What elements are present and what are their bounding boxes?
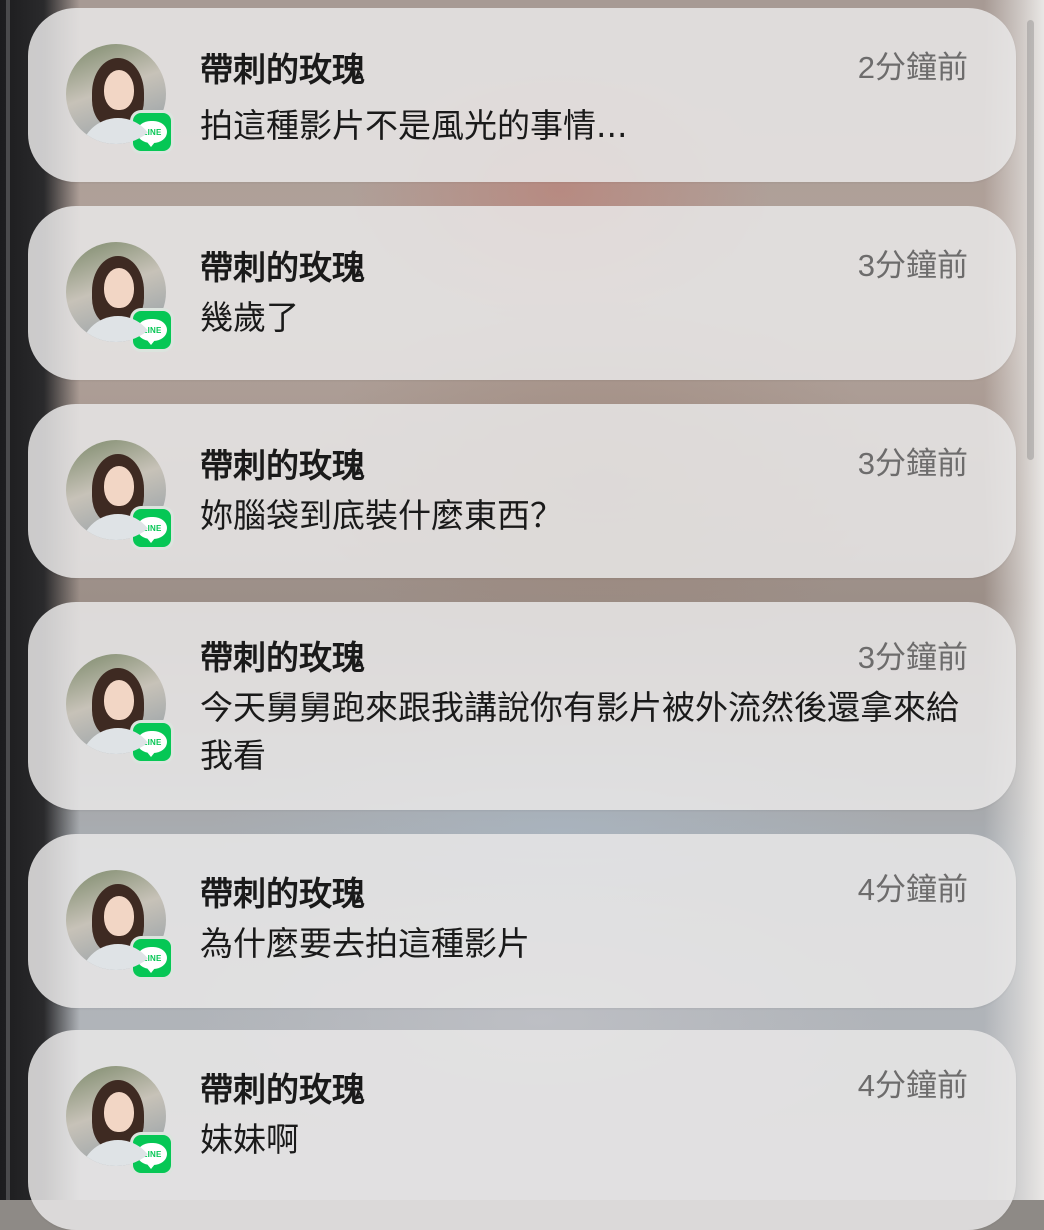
notification-card[interactable]: LINE 帶刺的玫瑰 4分鐘前 為什麼要去拍這種影片 — [28, 834, 1016, 1008]
notification-time: 2分鐘前 — [857, 50, 968, 85]
notification-sender: 帶刺的玫瑰 — [200, 50, 365, 89]
notification-sender: 帶刺的玫瑰 — [200, 638, 365, 677]
notification-card[interactable]: LINE 帶刺的玫瑰 3分鐘前 幾歲了 — [28, 206, 1016, 380]
notification-time: 4分鐘前 — [857, 872, 968, 907]
notification-sender: 帶刺的玫瑰 — [200, 446, 365, 485]
notification-message: 拍這種影片不是風光的事情... — [200, 106, 628, 145]
notification-sender: 帶刺的玫瑰 — [200, 1070, 365, 1109]
notification-message: 妹妹啊 — [200, 1120, 299, 1159]
notification-time: 3分鐘前 — [857, 640, 968, 675]
notification-time: 3分鐘前 — [857, 248, 968, 283]
notification-sender: 帶刺的玫瑰 — [200, 874, 365, 913]
notification-time: 3分鐘前 — [857, 446, 968, 481]
notification-message: 妳腦袋到底裝什麼東西？ — [200, 496, 563, 535]
notification-message: 為什麼要去拍這種影片 — [200, 924, 530, 963]
notification-sender: 帶刺的玫瑰 — [200, 248, 365, 287]
notification-message: 今天舅舅跑來跟我講說你有影片被外流然後還拿來給我看 — [200, 688, 959, 775]
notification-time: 4分鐘前 — [857, 1068, 968, 1103]
right-edge-strip — [984, 0, 1044, 1200]
notification-card[interactable]: LINE 帶刺的玫瑰 3分鐘前 今天舅舅跑來跟我講說你有影片被外流然後還拿來給我… — [28, 602, 1016, 810]
notification-card[interactable]: LINE 帶刺的玫瑰 4分鐘前 妹妹啊 — [28, 1030, 1016, 1230]
notification-message: 幾歲了 — [200, 298, 299, 337]
scroll-indicator[interactable] — [1027, 20, 1034, 460]
notification-card[interactable]: LINE 帶刺的玫瑰 3分鐘前 妳腦袋到底裝什麼東西？ — [28, 404, 1016, 578]
notification-card[interactable]: LINE 帶刺的玫瑰 2分鐘前 拍這種影片不是風光的事情... — [28, 8, 1016, 182]
